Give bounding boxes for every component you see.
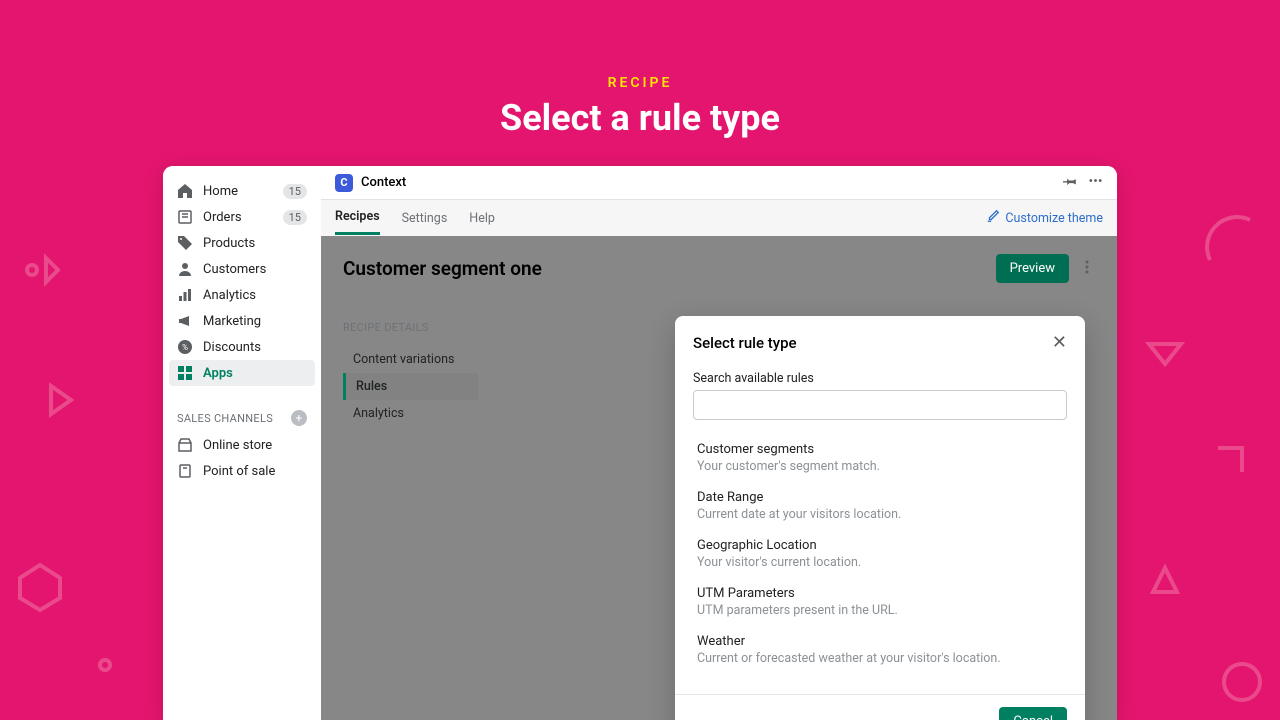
- rule-title: UTM Parameters: [697, 586, 1063, 601]
- rule-desc: Your customer's segment match.: [697, 459, 1063, 474]
- tab-help[interactable]: Help: [469, 203, 495, 234]
- more-icon[interactable]: [1088, 173, 1103, 192]
- customize-theme-link[interactable]: Customize theme: [986, 209, 1103, 227]
- search-label: Search available rules: [693, 371, 1067, 386]
- rule-option-date-range[interactable]: Date Range Current date at your visitors…: [693, 482, 1067, 530]
- svg-text:%: %: [182, 343, 188, 352]
- hero-eyebrow: RECIPE: [0, 75, 1280, 91]
- sidebar-item-label: Online store: [203, 438, 272, 453]
- search-input[interactable]: [693, 390, 1067, 420]
- discount-icon: %: [177, 339, 193, 355]
- megaphone-icon: [177, 313, 193, 329]
- rule-title: Date Range: [697, 490, 1063, 505]
- cancel-button[interactable]: Cancel: [999, 707, 1067, 720]
- chart-icon: [177, 287, 193, 303]
- detail-analytics[interactable]: Analytics: [343, 400, 478, 427]
- orders-icon: [177, 209, 193, 225]
- sidebar-item-label: Customers: [203, 262, 266, 277]
- rule-option-geo-location[interactable]: Geographic Location Your visitor's curre…: [693, 530, 1067, 578]
- rule-desc: UTM parameters present in the URL.: [697, 603, 1063, 618]
- sidebar-badge: 15: [283, 210, 307, 225]
- main-area: C Context Recipes Settings Help Customiz…: [321, 166, 1117, 720]
- subnav: Recipes Settings Help Customize theme: [321, 200, 1117, 236]
- person-icon: [177, 261, 193, 277]
- sidebar-item-label: Home: [203, 184, 238, 199]
- sidebar-item-label: Discounts: [203, 340, 261, 355]
- close-icon[interactable]: ✕: [1052, 332, 1067, 353]
- sidebar-item-apps[interactable]: Apps: [169, 360, 315, 386]
- recipe-details-nav: RECIPE DETAILS Content variations Rules …: [343, 321, 478, 427]
- sidebar-item-products[interactable]: Products: [163, 230, 321, 256]
- rule-desc: Current date at your visitors location.: [697, 507, 1063, 522]
- modal-title: Select rule type: [693, 334, 797, 352]
- hero-title: Select a rule type: [0, 97, 1280, 139]
- add-channel-button[interactable]: +: [291, 410, 307, 426]
- sidebar-channel-online-store[interactable]: Online store: [163, 432, 321, 458]
- sidebar-item-label: Orders: [203, 210, 242, 225]
- rule-option-weather[interactable]: Weather Current or forecasted weather at…: [693, 626, 1067, 674]
- page-title: Customer segment one: [343, 257, 542, 280]
- home-icon: [177, 183, 193, 199]
- context-logo: C: [335, 174, 353, 192]
- topbar: C Context: [321, 166, 1117, 200]
- sidebar-item-marketing[interactable]: Marketing: [163, 308, 321, 334]
- page-header: Customer segment one Preview: [321, 236, 1117, 297]
- sidebar-item-label: Point of sale: [203, 464, 275, 479]
- preview-button[interactable]: Preview: [996, 254, 1069, 283]
- sidebar-item-analytics[interactable]: Analytics: [163, 282, 321, 308]
- page-more-button[interactable]: [1079, 259, 1095, 279]
- detail-content-variations[interactable]: Content variations: [343, 346, 478, 373]
- select-rule-type-modal: Select rule type ✕ Search available rule…: [675, 316, 1085, 720]
- sales-channels-heading: SALES CHANNELS +: [163, 404, 321, 432]
- sidebar-item-home[interactable]: Home 15: [163, 178, 321, 204]
- sidebar-item-label: Apps: [203, 366, 233, 381]
- tab-recipes[interactable]: Recipes: [335, 201, 380, 235]
- rule-option-customer-segments[interactable]: Customer segments Your customer's segmen…: [693, 434, 1067, 482]
- rule-desc: Your visitor's current location.: [697, 555, 1063, 570]
- rule-title: Weather: [697, 634, 1063, 649]
- rule-title: Geographic Location: [697, 538, 1063, 553]
- pos-icon: [177, 463, 193, 479]
- rule-title: Customer segments: [697, 442, 1063, 457]
- tag-icon: [177, 235, 193, 251]
- sidebar: Home 15 Orders 15 Products Customers Ana…: [163, 166, 321, 720]
- rule-option-utm-parameters[interactable]: UTM Parameters UTM parameters present in…: [693, 578, 1067, 626]
- recipe-details-heading: RECIPE DETAILS: [343, 321, 478, 334]
- sidebar-item-customers[interactable]: Customers: [163, 256, 321, 282]
- sidebar-channel-pos[interactable]: Point of sale: [163, 458, 321, 484]
- app-name: Context: [361, 175, 406, 190]
- pin-icon[interactable]: [1063, 173, 1078, 192]
- app-window: Home 15 Orders 15 Products Customers Ana…: [163, 166, 1117, 720]
- sidebar-item-label: Products: [203, 236, 255, 251]
- tab-settings[interactable]: Settings: [402, 203, 448, 234]
- apps-icon: [177, 365, 193, 381]
- sidebar-badge: 15: [283, 184, 307, 199]
- rule-desc: Current or forecasted weather at your vi…: [697, 651, 1063, 666]
- sidebar-item-discounts[interactable]: % Discounts: [163, 334, 321, 360]
- detail-rules[interactable]: Rules: [343, 373, 478, 400]
- sidebar-item-label: Analytics: [203, 288, 256, 303]
- sidebar-item-label: Marketing: [203, 314, 261, 329]
- store-icon: [177, 437, 193, 453]
- sidebar-item-orders[interactable]: Orders 15: [163, 204, 321, 230]
- paint-icon: [986, 209, 1000, 227]
